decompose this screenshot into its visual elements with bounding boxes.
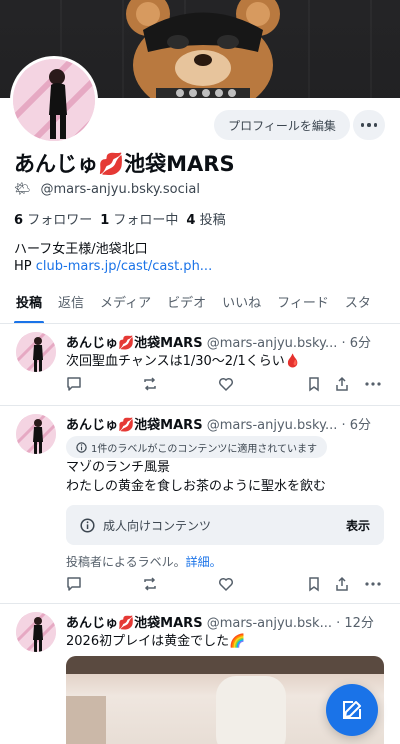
info-icon <box>80 517 95 533</box>
tab-posts[interactable]: 投稿 <box>13 284 45 323</box>
profile-tabs: 投稿 返信 メディア ビデオ いいね フィード スタ <box>0 284 400 324</box>
share-icon[interactable] <box>334 576 350 592</box>
tab-videos[interactable]: ビデオ <box>167 284 206 323</box>
content-label-chip[interactable]: 1件のラベルがこのコンテンツに適用されています <box>66 436 328 458</box>
post-avatar[interactable] <box>16 332 56 372</box>
post-text: 2026初プレイは黄金でした🌈 <box>66 634 246 649</box>
repost-icon[interactable] <box>142 576 158 592</box>
compose-button[interactable] <box>326 684 378 736</box>
bio-link-prefix: HP <box>14 259 32 274</box>
label-note-text: 投稿者によるラベル。 <box>66 555 186 569</box>
post-actions <box>66 376 384 396</box>
teddy-bear-image <box>126 0 280 98</box>
repost-icon[interactable] <box>142 376 158 392</box>
bio-line: ハーフ女王様/池袋北口 <box>14 242 148 257</box>
label-details-link[interactable]: 詳細。 <box>186 555 222 569</box>
reply-icon[interactable] <box>66 376 82 392</box>
bookmark-icon[interactable] <box>306 376 322 392</box>
weather-emoji-icon: 🌤 <box>14 182 31 197</box>
compose-pencil-icon <box>343 701 361 719</box>
share-icon[interactable] <box>334 376 350 392</box>
tab-starter-packs[interactable]: スタ <box>345 284 371 323</box>
adult-content-warning[interactable]: 成人向けコンテンツ 表示 <box>66 505 384 545</box>
post-more-icon[interactable] <box>364 376 382 392</box>
post-header: あんじゅ💋池袋MARS @mars-anjyu.bsky... · 6分 <box>66 414 388 433</box>
reply-icon[interactable] <box>66 576 82 592</box>
bookmark-icon[interactable] <box>306 576 322 592</box>
content-label-text: 1件のラベルがこのコンテンツに適用されています <box>91 443 318 455</box>
tab-likes[interactable]: いいね <box>222 284 261 323</box>
label-note: 投稿者によるラベル。詳細。 <box>66 553 222 570</box>
avatar-photo <box>13 59 95 141</box>
post-time[interactable]: · 6分 <box>342 336 372 351</box>
post-text: マゾのランチ風景 わたしの黄金を食しお茶のように聖水を飲む <box>66 458 326 496</box>
followers-stat[interactable]: 6 フォロワー <box>14 209 92 228</box>
following-count: 1 <box>100 213 110 228</box>
more-options-button[interactable] <box>353 110 385 140</box>
warning-text: 成人向けコンテンツ <box>103 518 212 533</box>
posts-count: 4 <box>186 213 196 228</box>
post-header: あんじゅ💋池袋MARS @mars-anjyu.bsky... · 6分 <box>66 332 388 351</box>
following-label: フォロー中 <box>113 213 179 228</box>
post-actions <box>66 576 384 596</box>
post-author-name[interactable]: あんじゅ💋池袋MARS <box>66 616 203 631</box>
post-author-name[interactable]: あんじゅ💋池袋MARS <box>66 336 203 351</box>
more-dots-icon <box>360 123 378 127</box>
post-time[interactable]: · 12分 <box>336 616 374 631</box>
post-author-handle[interactable]: @mars-anjyu.bsky... <box>207 418 338 433</box>
followers-label: フォロワー <box>27 213 93 228</box>
like-icon[interactable] <box>218 576 234 592</box>
post-author-name[interactable]: あんじゅ💋池袋MARS <box>66 418 203 433</box>
post-avatar[interactable] <box>16 414 56 454</box>
post-text-line: マゾのランチ風景 <box>66 460 171 475</box>
posts-stat: 4 投稿 <box>186 209 225 228</box>
show-content-button[interactable]: 表示 <box>346 517 370 534</box>
profile-handle: @mars-anjyu.bsky.social <box>40 182 200 197</box>
post-item[interactable]: あんじゅ💋池袋MARS @mars-anjyu.bsky... · 6分 1件の… <box>0 406 400 604</box>
followers-count: 6 <box>14 213 24 228</box>
like-icon[interactable] <box>218 376 234 392</box>
profile-avatar[interactable] <box>10 56 98 144</box>
post-header: あんじゅ💋池袋MARS @mars-anjyu.bsk... · 12分 <box>66 612 388 631</box>
tab-feeds[interactable]: フィード <box>277 284 329 323</box>
handle-row: 🌤 @mars-anjyu.bsky.social <box>14 182 200 197</box>
post-author-handle[interactable]: @mars-anjyu.bsk... <box>207 616 332 631</box>
post-time[interactable]: · 6分 <box>342 418 372 433</box>
post-item[interactable]: あんじゅ💋池袋MARS @mars-anjyu.bsky... · 6分 次回聖… <box>0 324 400 406</box>
posts-label: 投稿 <box>199 213 226 228</box>
display-name: あんじゅ💋池袋MARS <box>14 152 235 176</box>
post-avatar[interactable] <box>16 612 56 652</box>
tab-replies[interactable]: 返信 <box>58 284 84 323</box>
profile-stats: 6 フォロワー 1 フォロー中 4 投稿 <box>14 209 226 228</box>
post-author-handle[interactable]: @mars-anjyu.bsky... <box>207 336 338 351</box>
info-icon <box>76 441 87 453</box>
post-text-line: わたしの黄金を食しお茶のように聖水を飲む <box>66 479 327 494</box>
post-text: 次回聖血チャンスは1/30〜2/1くらい🩸 <box>66 354 301 369</box>
bio-link-line: HP club-mars.jp/cast/cast.ph... <box>14 259 212 274</box>
following-stat[interactable]: 1 フォロー中 <box>100 209 178 228</box>
edit-profile-button[interactable]: プロフィールを編集 <box>214 110 350 140</box>
bio-link[interactable]: club-mars.jp/cast/cast.ph... <box>36 259 212 274</box>
post-more-icon[interactable] <box>364 576 382 592</box>
tab-media[interactable]: メディア <box>100 284 151 323</box>
